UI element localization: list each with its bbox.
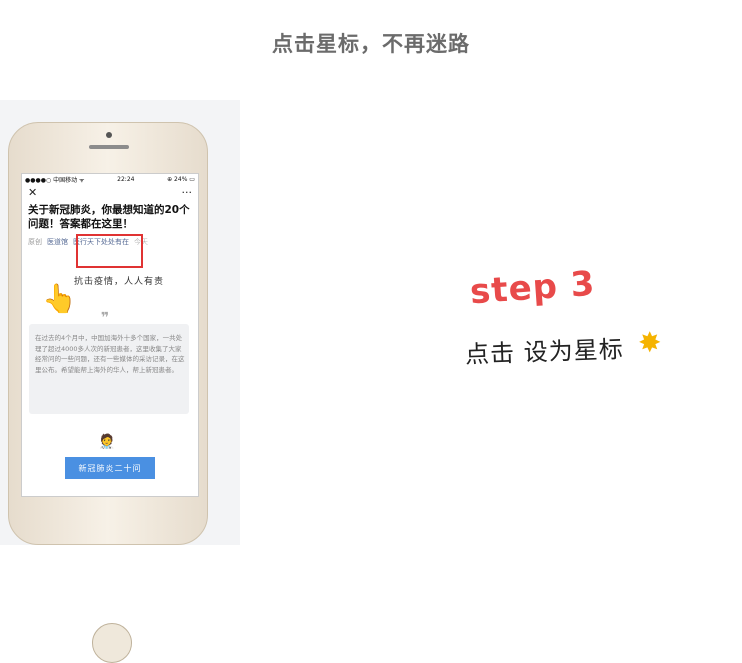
more-icon[interactable]: ··· [182,186,193,199]
slogan-text: 抗击疫情，人人有责 [74,277,165,287]
author-link[interactable]: 医道馆 [47,237,68,247]
status-battery: ⊕ 24% ▭ [167,175,195,183]
close-icon[interactable]: ✕ [28,186,37,199]
pointing-hand-icon: 👆 [42,282,77,315]
phone-camera [106,132,112,138]
original-tag: 原创 [28,238,42,246]
star-sparkle-icon: ✸ [638,326,662,359]
status-time: 22:24 [117,175,135,183]
nav-bar: ✕ ··· [22,184,198,200]
intro-text: 在过去的4个月中，中国加海外十多个国家，一共处理了超过4000多人次的新冠患者，… [35,334,185,374]
status-bar: ●●●●○ 中国移动 ᯤ 22:24 ⊕ 24% ▭ [22,174,198,184]
instruction-text: 点击 设为星标 [464,335,625,369]
status-carrier: ●●●●○ 中国移动 ᯤ [25,176,85,184]
step-label: step 3 [468,263,597,313]
article-title: 关于新冠肺炎，你最想知道的20个问题！答案都在这里！ [28,204,190,230]
read-more-button[interactable]: 新冠肺炎二十问 [65,457,155,479]
headline: 点击星标，不再迷路 [272,32,470,56]
doctor-icon: 🧑‍⚕️ [98,434,116,450]
home-button[interactable] [92,623,132,663]
highlight-box [76,234,143,268]
phone-speaker [89,145,129,149]
